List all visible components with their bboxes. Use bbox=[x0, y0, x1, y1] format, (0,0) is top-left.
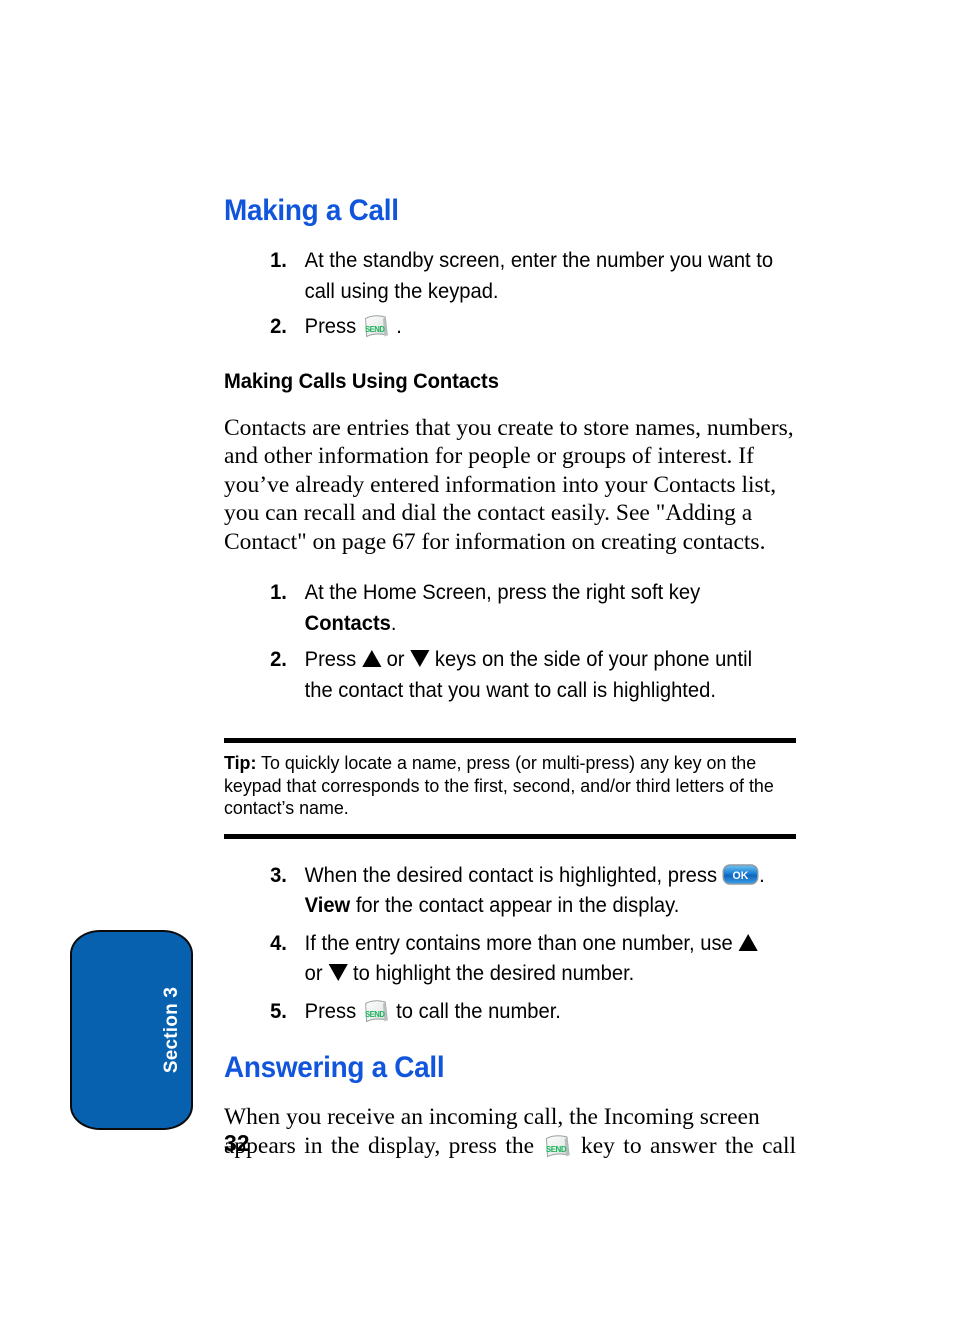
steps-making-a-call: 1. At the standby screen, enter the numb… bbox=[224, 246, 796, 343]
section-side-tab-label: Section 3 bbox=[160, 986, 182, 1074]
paragraph-answering-line1: When you receive an incoming call, the I… bbox=[224, 1104, 760, 1130]
step-text: At the Home Screen, press the right soft… bbox=[304, 581, 701, 604]
tip-block: Tip: To quickly locate a name, press (or… bbox=[224, 738, 796, 839]
step-text-end: for the contact appear in the display. bbox=[350, 894, 680, 917]
list-item: 5. Press SEND to call the number. bbox=[224, 997, 773, 1028]
down-arrow-key-icon bbox=[410, 650, 430, 667]
step-number: 5. bbox=[270, 999, 287, 1023]
up-arrow-key-icon bbox=[361, 650, 381, 667]
list-item: 2. Press SEND . bbox=[224, 312, 773, 343]
section-side-tab: Section 3 bbox=[70, 930, 193, 1130]
list-item: 1. At the Home Screen, press the right s… bbox=[224, 578, 773, 639]
step-text-after: to highlight the desired number. bbox=[347, 962, 635, 985]
paragraph-contacts-intro: Contacts are entries that you create to … bbox=[224, 414, 794, 555]
paragraph-answering-line2-after: key to answer the call bbox=[580, 1132, 797, 1159]
step-text: When the desired contact is highlighted,… bbox=[304, 863, 723, 887]
tip-text: Tip: To quickly locate a name, press (or… bbox=[224, 752, 776, 820]
tip-label: Tip: bbox=[224, 752, 257, 773]
step-text-bold: Contacts bbox=[304, 611, 391, 635]
step-text-after: . bbox=[396, 315, 402, 338]
step-text: Press bbox=[304, 999, 362, 1023]
svg-text:SEND: SEND bbox=[365, 1009, 385, 1018]
svg-text:SEND: SEND bbox=[365, 325, 385, 334]
steps-contacts-dial: 1. At the Home Screen, press the right s… bbox=[224, 578, 796, 706]
step-text-after: to call the number. bbox=[390, 999, 561, 1023]
step-text: At the standby screen, enter the number … bbox=[304, 249, 774, 303]
list-item: 3. When the desired contact is highlight… bbox=[224, 861, 773, 922]
send-key-icon: SEND bbox=[362, 999, 391, 1025]
send-key-icon: SEND bbox=[543, 1134, 573, 1160]
step-text: Press bbox=[304, 648, 362, 671]
manual-page: Section 3 32 Making a Call 1. At the sta… bbox=[0, 0, 954, 1319]
paragraph-answering-line2: appears in the display, press the SEND k… bbox=[224, 1132, 796, 1189]
content-column: Making a Call 1. At the standby screen, … bbox=[224, 0, 796, 1189]
step-text-middle: or bbox=[380, 648, 411, 671]
step-text: Press bbox=[304, 315, 357, 338]
step-text-middle: or bbox=[304, 962, 329, 985]
step-number: 3. bbox=[270, 863, 287, 887]
tip-rule-bottom bbox=[224, 833, 796, 839]
step-number: 4. bbox=[270, 931, 287, 955]
list-item: 1. At the standby screen, enter the numb… bbox=[224, 246, 773, 307]
page-title-answering-a-call: Answering a Call bbox=[224, 1051, 445, 1084]
list-item: 4. If the entry contains more than one n… bbox=[224, 929, 773, 990]
up-arrow-key-icon bbox=[738, 933, 758, 951]
paragraph-answering-line2-before: appears in the display, press the bbox=[224, 1132, 535, 1159]
svg-text:OK: OK bbox=[733, 869, 749, 881]
ok-key-icon: OK bbox=[722, 863, 759, 885]
step-number: 1. bbox=[270, 249, 287, 272]
step-text-after: . bbox=[759, 863, 765, 887]
step-number: 2. bbox=[270, 315, 287, 338]
sub-heading-making-calls-using-contacts: Making Calls Using Contacts bbox=[224, 368, 499, 393]
send-key-icon: SEND bbox=[362, 314, 391, 340]
steps-contacts-dial-continued: 3. When the desired contact is highlight… bbox=[224, 861, 796, 1028]
list-item: 2. Press or keys on the side of your pho… bbox=[224, 645, 773, 706]
step-number: 2. bbox=[270, 648, 287, 671]
page-title-making-a-call: Making a Call bbox=[224, 194, 399, 227]
tip-body: To quickly locate a name, press (or mult… bbox=[224, 752, 774, 818]
step-text-after: . bbox=[390, 611, 397, 635]
step-number: 1. bbox=[270, 581, 287, 604]
down-arrow-key-icon bbox=[328, 964, 348, 981]
step-text: If the entry contains more than one numb… bbox=[304, 931, 739, 955]
tip-rule-top bbox=[224, 738, 796, 743]
step-text-bold: View bbox=[304, 894, 351, 917]
svg-text:SEND: SEND bbox=[545, 1145, 566, 1154]
